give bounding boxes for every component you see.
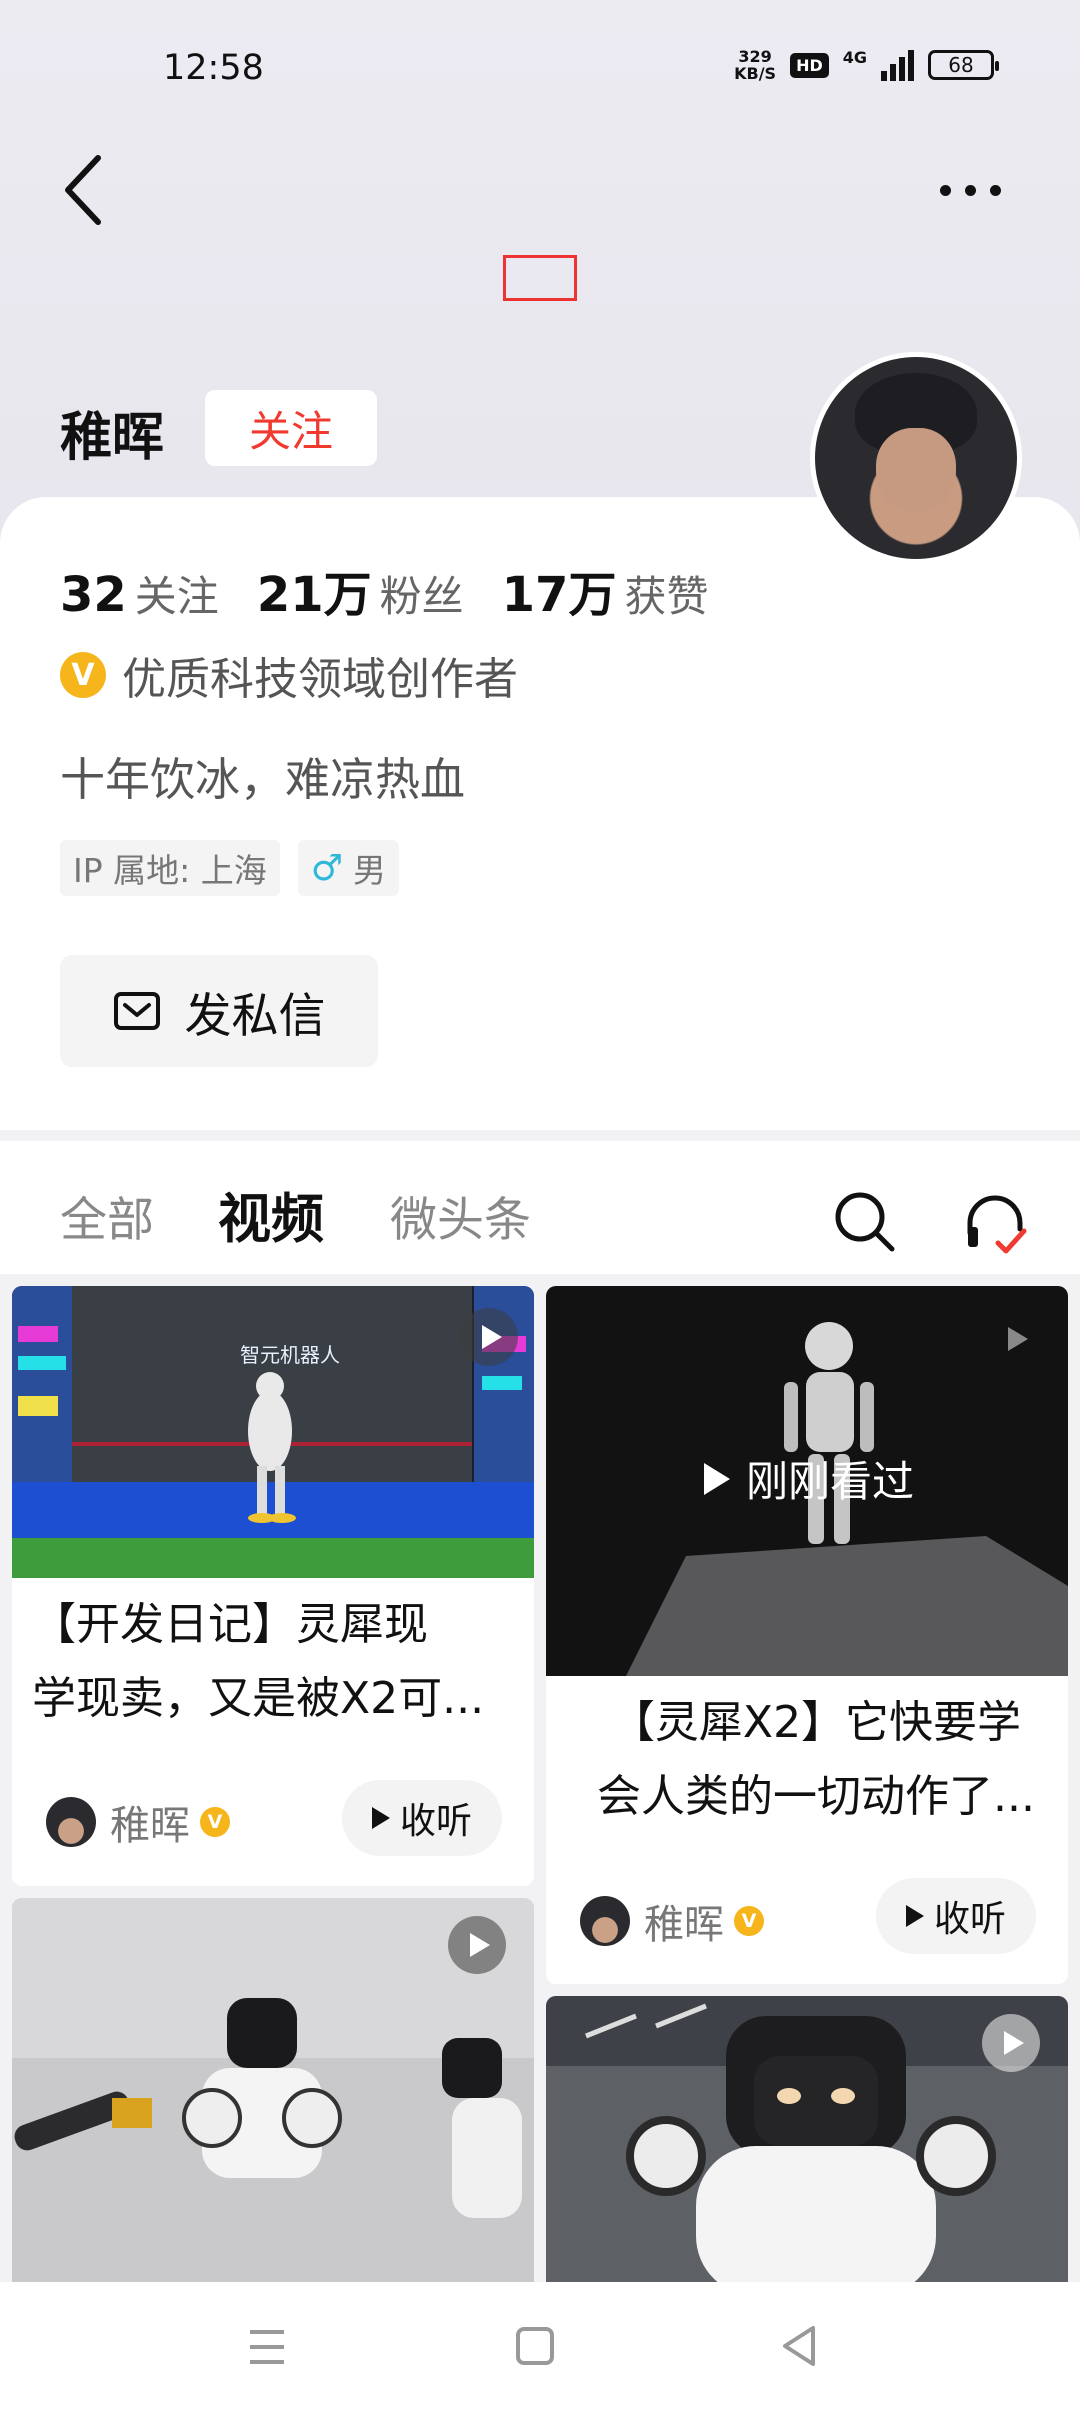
mail-icon <box>113 992 160 1030</box>
tab-videos[interactable]: 视频 <box>218 1177 324 1253</box>
author-name: 稚晖 <box>110 1803 190 1849</box>
system-back-button[interactable] <box>765 2312 835 2382</box>
video-card[interactable]: 智元机器人 【开发日记】灵犀现 学现卖，又是被X2可... 稚晖 V 收听 <box>12 1286 534 1886</box>
verification-text: 优质科技领域创作者 <box>122 654 518 705</box>
headphones-icon <box>967 1195 1027 1254</box>
network-speed-value: 329 <box>738 47 772 66</box>
search-icon <box>835 1192 895 1252</box>
following-label[interactable]: 关注 <box>135 563 219 624</box>
status-indicators: 329 KB/S HD 4G 68 <box>734 48 999 82</box>
highlight-box <box>503 255 577 301</box>
hd-icon: HD <box>790 52 829 78</box>
video-author[interactable]: 稚晖 V <box>46 1793 230 1851</box>
verified-badge-icon: V <box>60 652 106 698</box>
profile-bio: 十年饮冰，难凉热血 <box>60 753 466 806</box>
gender-label: 男 <box>353 851 387 890</box>
network-speed-unit: KB/S <box>734 64 777 83</box>
tab-microposts[interactable]: 微头条 <box>390 1181 531 1250</box>
video-title: 【灵犀X2】它快要学 会人类的一切动作了... <box>576 1686 1056 1834</box>
video-card[interactable] <box>12 1898 534 2282</box>
video-card[interactable]: 刚刚看过 【灵犀X2】它快要学 会人类的一切动作了... 稚晖 V 收听 <box>546 1286 1068 1984</box>
back-button[interactable] <box>58 150 118 230</box>
nav-back-icon <box>783 2326 815 2366</box>
more-button[interactable] <box>940 170 1020 210</box>
battery-level: 68 <box>948 53 974 77</box>
play-icon <box>460 1308 518 1366</box>
home-button[interactable] <box>500 2312 570 2382</box>
author-name: 稚晖 <box>644 1902 724 1948</box>
author-avatar <box>580 1896 630 1946</box>
home-square-icon <box>516 2327 554 2365</box>
more-icon <box>940 184 1001 196</box>
tab-all[interactable]: 全部 <box>60 1181 154 1250</box>
recently-watched-label: 刚刚看过 <box>704 1448 914 1509</box>
back-icon <box>65 155 101 225</box>
menu-button[interactable] <box>232 2312 302 2382</box>
listen-button[interactable]: 收听 <box>342 1780 502 1856</box>
status-bar: 12:58 329 KB/S HD 4G 68 <box>0 40 1080 100</box>
avatar[interactable] <box>810 352 1022 564</box>
video-feed: 智元机器人 【开发日记】灵犀现 学现卖，又是被X2可... 稚晖 V 收听 刚刚… <box>0 1274 1080 2282</box>
battery-icon: 68 <box>928 50 999 80</box>
content-tabs: 全部 视频 微头条 <box>0 1141 1080 1274</box>
listen-button-label: 收听 <box>399 1801 472 1842</box>
avatar-image <box>815 357 1017 559</box>
male-icon: ♂ <box>310 847 344 889</box>
video-author[interactable]: 稚晖 V <box>580 1892 764 1950</box>
status-time: 12:58 <box>163 48 264 88</box>
play-icon <box>986 1310 1044 1368</box>
profile-stats: 32 关注 21万 粉丝 17万 获赞 <box>60 555 746 625</box>
network-speed: 329 KB/S <box>734 48 776 82</box>
likes-label: 获赞 <box>624 572 709 621</box>
likes-count: 17万 <box>501 567 617 623</box>
listen-button[interactable]: 收听 <box>876 1878 1036 1954</box>
author-avatar <box>46 1797 96 1847</box>
menu-icon <box>250 2330 284 2364</box>
gender-tag: ♂ 男 <box>297 840 400 896</box>
listen-mode-button[interactable] <box>962 1189 1028 1255</box>
play-icon <box>448 1916 506 1974</box>
video-title: 【开发日记】灵犀现 学现卖，又是被X2可... <box>32 1588 532 1736</box>
signal-icon <box>881 49 914 81</box>
system-navigation-bar <box>0 2282 1080 2412</box>
verified-badge-icon: V <box>734 1906 764 1936</box>
recently-watched-text: 刚刚看过 <box>746 1457 915 1506</box>
video-title-line: 【灵犀X2】它快要学 <box>610 1697 1022 1748</box>
message-button-label: 发私信 <box>184 988 326 1044</box>
video-title-line: 会人类的一切动作了... <box>597 1771 1035 1822</box>
profile-tags: IP 属地: 上海 ♂ 男 <box>60 840 400 896</box>
ip-location-tag: IP 属地: 上海 <box>60 840 280 896</box>
video-title-line: 【开发日记】灵犀现 <box>32 1599 428 1650</box>
follow-button[interactable]: 关注 <box>205 390 377 466</box>
thumbnail-brand-text: 智元机器人 <box>240 1344 340 1367</box>
following-count[interactable]: 32 <box>60 567 127 623</box>
followers-label[interactable]: 粉丝 <box>380 563 464 624</box>
followers-count[interactable]: 21万 <box>257 555 372 625</box>
verified-badge-icon: V <box>200 1807 230 1837</box>
profile-name: 稚晖 <box>60 408 165 468</box>
video-title-line: 学现卖，又是被X2可... <box>32 1673 485 1724</box>
listen-button-label: 收听 <box>933 1899 1006 1940</box>
video-card[interactable] <box>546 1996 1068 2282</box>
verification-row: V 优质科技领域创作者 <box>60 643 518 707</box>
search-button[interactable] <box>832 1189 898 1255</box>
video-thumbnail: 智元机器人 <box>12 1286 534 1578</box>
play-icon <box>982 2014 1040 2072</box>
network-type: 4G <box>842 48 867 67</box>
message-button[interactable]: 发私信 <box>60 955 378 1067</box>
